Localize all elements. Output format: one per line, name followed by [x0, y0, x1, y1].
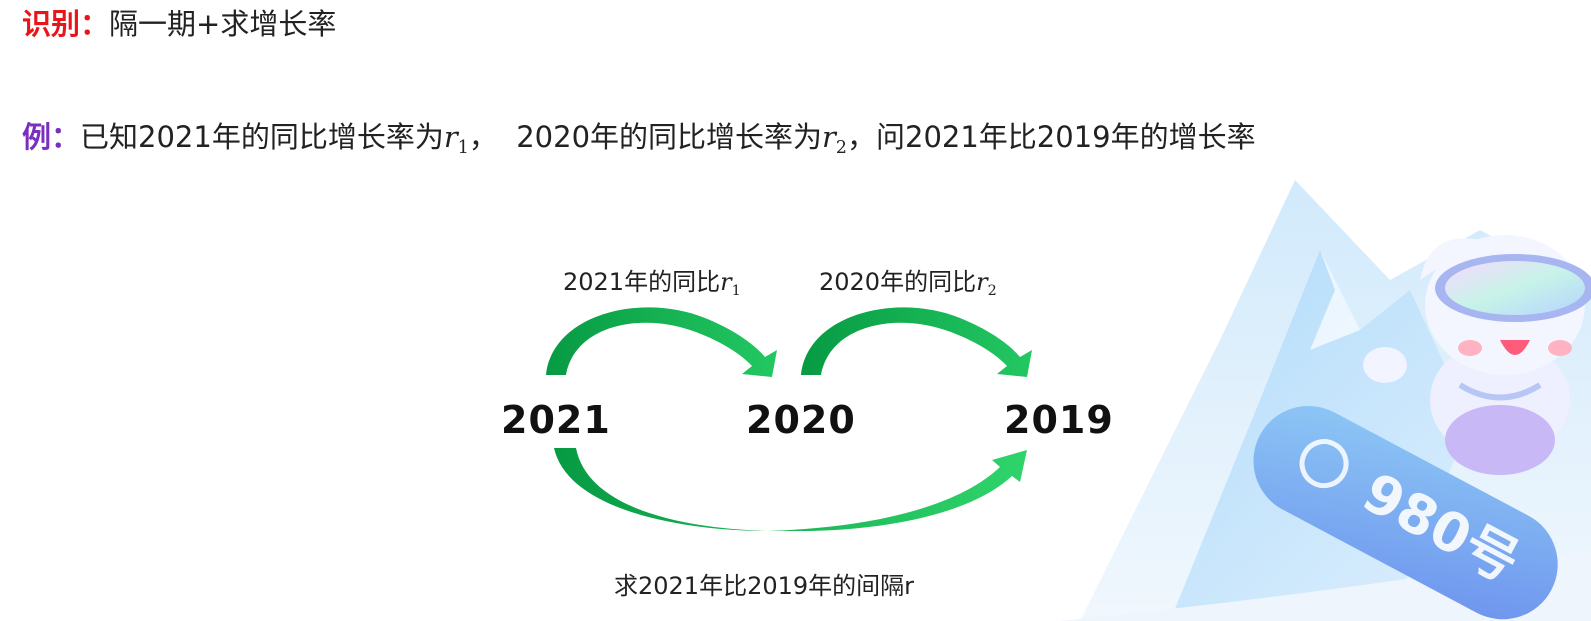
arrow-2021-to-2019	[554, 448, 1027, 532]
year-2021: 2021	[501, 398, 611, 442]
label-bottom-interval: 求2021年比2019年的间隔r	[614, 572, 915, 600]
arrow-2021-to-2020	[546, 307, 777, 377]
arrow-2020-to-2019	[801, 307, 1032, 377]
year-2020: 2020	[746, 398, 856, 442]
year-2019: 2019	[1004, 398, 1114, 442]
diagram-arrows	[546, 307, 1032, 532]
label-2021-yoy: 2021年的同比r1	[563, 268, 741, 300]
label-2020-yoy: 2020年的同比r2	[819, 268, 997, 300]
